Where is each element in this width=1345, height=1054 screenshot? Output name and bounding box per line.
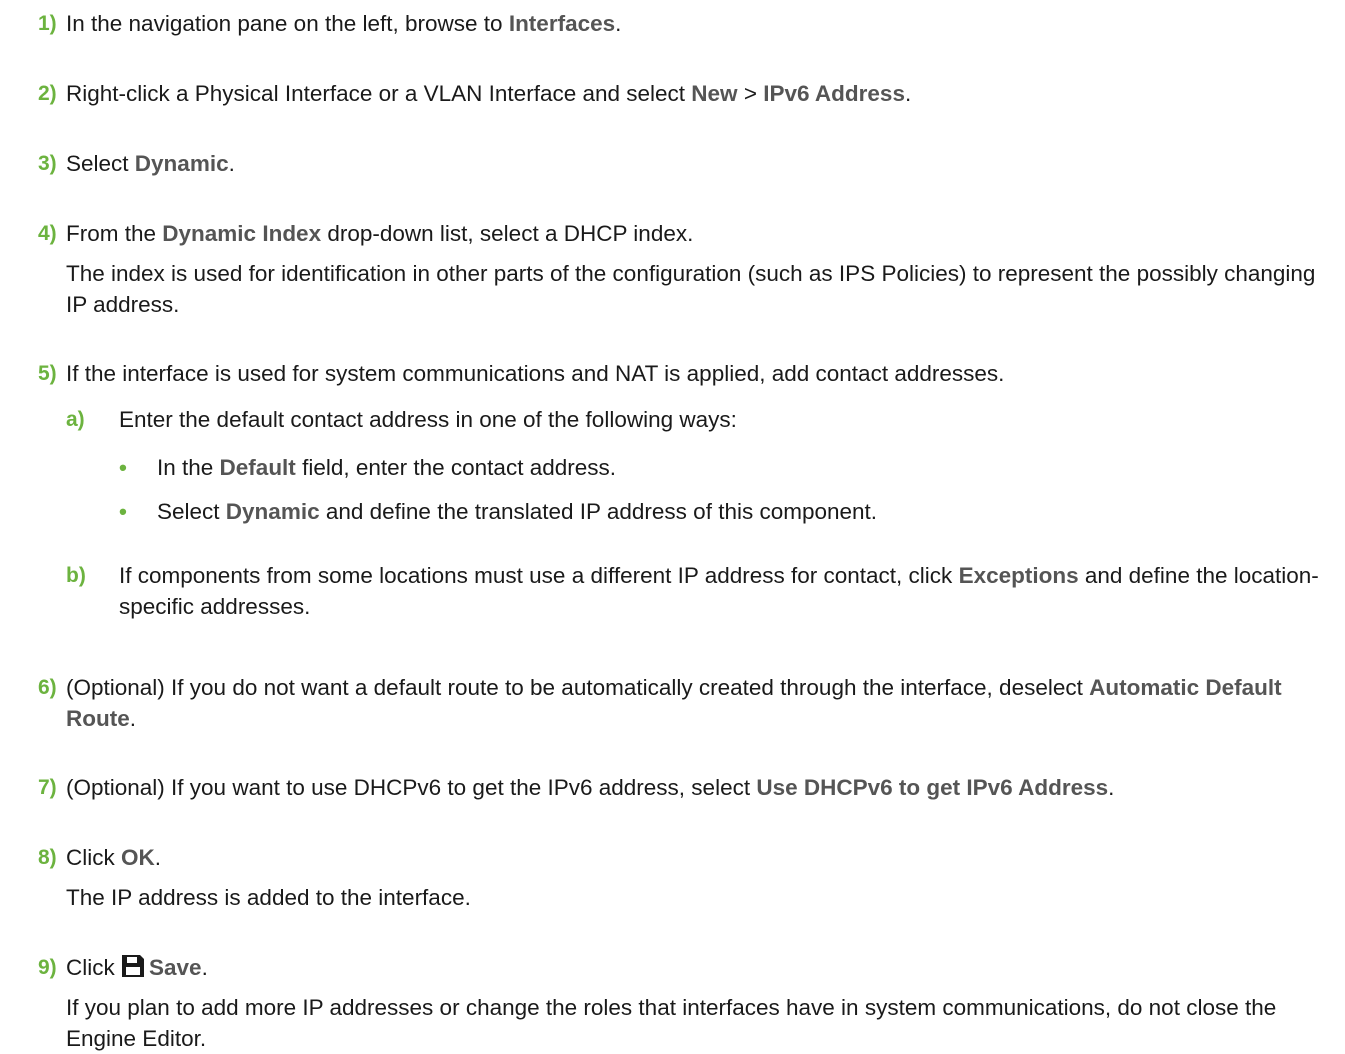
ui-label-new: New (691, 81, 738, 106)
step-number: 4) (38, 222, 57, 245)
bullet-text: Select Dynamic and define the translated… (157, 499, 878, 524)
bullet-icon: • (119, 499, 127, 524)
step-text: (Optional) If you do not want a default … (66, 675, 1282, 731)
step-text: From the Dynamic Index drop-down list, s… (66, 221, 694, 246)
substep-letter: a) (66, 408, 85, 431)
ui-label-use-dhcpv6: Use DHCPv6 to get IPv6 Address (756, 775, 1109, 800)
step-number: 2) (38, 82, 57, 105)
step-number: 8) (38, 846, 57, 869)
step-text: Right-click a Physical Interface or a VL… (66, 81, 912, 106)
step-note: The index is used for identification in … (66, 261, 1316, 317)
ui-label-interfaces: Interfaces (508, 11, 616, 36)
bullet-icon: • (119, 455, 127, 480)
ui-label-dynamic: Dynamic (134, 151, 229, 176)
step-number: 1) (38, 12, 57, 35)
ui-label-ipv6-address: IPv6 Address (763, 81, 905, 106)
save-icon (121, 954, 145, 978)
step-number: 3) (38, 152, 57, 175)
step-text: Select Dynamic. (66, 151, 235, 176)
step-note: If you plan to add more IP addresses or … (66, 995, 1277, 1051)
step-number: 7) (38, 776, 57, 799)
ui-label-save: Save (149, 955, 202, 980)
substep-text: If components from some locations must u… (119, 563, 1319, 619)
ui-label-dynamic: Dynamic (225, 499, 320, 524)
ui-label-default: Default (219, 455, 296, 480)
step-text: (Optional) If you want to use DHCPv6 to … (66, 775, 1115, 800)
ui-label-exceptions: Exceptions (958, 563, 1079, 588)
bullet-text: In the Default field, enter the contact … (157, 455, 616, 480)
step-number: 6) (38, 676, 57, 699)
ui-label-dynamic-index: Dynamic Index (162, 221, 322, 246)
substep-text: Enter the default contact address in one… (119, 407, 737, 432)
ui-label-ok: OK (121, 845, 155, 870)
substep-letter: b) (66, 564, 86, 587)
step-text: Click Save. (66, 954, 208, 980)
step-number: 9) (38, 956, 57, 979)
step-text: Click OK. (66, 845, 162, 870)
step-text: If the interface is used for system comm… (66, 361, 1005, 386)
step-note: The IP address is added to the interface… (66, 885, 471, 910)
step-number: 5) (38, 362, 57, 385)
step-text: In the navigation pane on the left, brow… (66, 11, 622, 36)
